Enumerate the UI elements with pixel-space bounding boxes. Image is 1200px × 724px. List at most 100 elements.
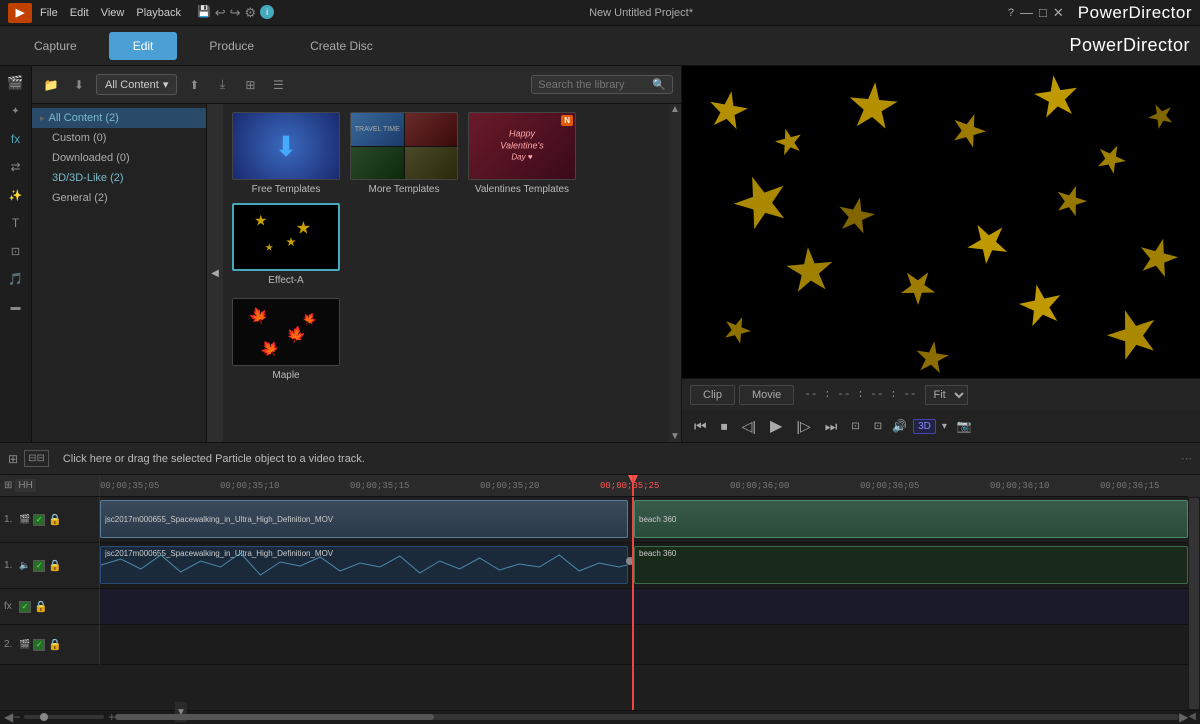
scroll-left-arrow[interactable]: ◀ <box>207 104 223 442</box>
help-icon[interactable]: ? <box>1008 7 1014 19</box>
main-area: 🎬 ✦ fx ⇄ ✨ T ⊡ 🎵 ▬ 📁 ⬇ <box>0 66 1200 442</box>
scroll-right-btn[interactable]: ▶ <box>1179 710 1188 724</box>
tab-edit[interactable]: Edit <box>109 32 178 60</box>
track-2-lock[interactable]: 🔒 <box>48 638 62 651</box>
leaf-2: 🍁 <box>284 323 308 347</box>
menu-playback[interactable]: Playback <box>136 7 181 19</box>
search-input[interactable] <box>538 79 648 91</box>
3d-dropdown-arrow[interactable]: ▾ <box>942 421 947 432</box>
track-1-lock[interactable]: 🔒 <box>48 513 62 526</box>
right-scroll-thumb[interactable] <box>1189 498 1199 709</box>
tab-produce[interactable]: Produce <box>185 32 278 60</box>
track-fx-row <box>100 589 1188 625</box>
grid-view-toggle[interactable]: ⊞ <box>239 74 261 96</box>
settings-icon[interactable]: ⚙ <box>245 5 257 21</box>
template-item-free[interactable]: ⬇ Free Templates <box>231 112 341 195</box>
import-button[interactable]: ⬇ <box>68 74 90 96</box>
zoom-out-btn[interactable]: − <box>13 710 20 724</box>
track-fit-icon[interactable]: ⊞ <box>4 480 12 491</box>
sidebar-icon-something[interactable]: ✦ <box>3 98 29 124</box>
track-1a-lock[interactable]: 🔒 <box>48 559 62 572</box>
mark-in-button[interactable]: ⊡ <box>847 419 863 434</box>
download-button[interactable]: ⤓ <box>211 74 233 96</box>
list-view-toggle[interactable]: ☰ <box>267 74 289 96</box>
sidebar-icon-fx[interactable]: fx <box>3 126 29 152</box>
cat-item-all[interactable]: ▸ All Content (2) <box>32 108 206 128</box>
timeline-toolbar: ⊞ ⊟⊟ Click here or drag the selected Par… <box>0 443 1200 475</box>
sidebar-icon-audio[interactable]: 🎵 <box>3 266 29 292</box>
clip-beach-video[interactable]: beach 360 <box>634 500 1188 538</box>
snapping-icon[interactable]: ⊟⊟ <box>24 450 49 467</box>
screenshot-icon[interactable]: 📷 <box>957 419 972 433</box>
template-item-val[interactable]: N HappyValentine'sDay ♥ Valentines Templ… <box>467 112 577 195</box>
frame-back-button[interactable]: ◁| <box>738 416 760 437</box>
track-2-checkbox[interactable]: ✓ <box>33 639 45 651</box>
more-options-icon[interactable]: ⋯ <box>1181 452 1192 465</box>
cat-label-custom: Custom (0) <box>52 132 106 144</box>
star-14 <box>719 311 755 347</box>
play-to-end-button[interactable]: ⏭ <box>821 416 842 437</box>
template-item-more[interactable]: TRAVEL TIME More Templates <box>349 112 459 195</box>
undo-icon[interactable]: ↩ <box>215 5 226 21</box>
clip-spacewalk-audio[interactable]: jsc2017m000655_Spacewalking_in_Ultra_Hig… <box>100 546 628 584</box>
search-box[interactable]: 🔍 <box>531 75 673 94</box>
scrollbar-thumb[interactable] <box>115 714 434 720</box>
content-filter-dropdown[interactable]: All Content ▾ <box>96 74 177 95</box>
mark-8: 00;00;36;15 <box>1100 481 1159 491</box>
close-button[interactable]: ✕ <box>1053 5 1064 21</box>
scroll-right-arrow[interactable]: ▲ ▼ <box>669 104 681 442</box>
play-button[interactable]: ▶ <box>766 414 786 438</box>
app-title-right: PowerDirector <box>1069 35 1190 56</box>
template-item-maple[interactable]: 3D 🍁 🍁 🍁 🍁 Maple <box>231 298 341 381</box>
sidebar-icon-effects[interactable]: ✨ <box>3 182 29 208</box>
add-media-button[interactable]: 📁 <box>40 74 62 96</box>
scrollbar-track[interactable] <box>115 714 1179 720</box>
export-button[interactable]: ⬆ <box>183 74 205 96</box>
star-3 <box>846 80 900 134</box>
preview-tab-clip[interactable]: Clip <box>690 385 735 405</box>
sidebar-icon-transitions[interactable]: ⇄ <box>3 154 29 180</box>
sidebar-icon-media[interactable]: 🎬 <box>3 70 29 96</box>
track-1a-checkbox[interactable]: ✓ <box>33 560 45 572</box>
menu-edit[interactable]: Edit <box>70 7 89 19</box>
track-fx-checkbox[interactable]: ✓ <box>19 601 31 613</box>
timeline-end-indicator: ◀ <box>1188 711 1196 722</box>
library-content: ▸ All Content (2) Custom (0) Downloaded … <box>32 104 681 442</box>
cat-item-general[interactable]: General (2) <box>32 188 206 208</box>
track-1-checkbox[interactable]: ✓ <box>33 514 45 526</box>
cat-item-3d[interactable]: 3D/3D-Like (2) <box>32 168 206 188</box>
menu-view[interactable]: View <box>101 7 125 19</box>
cat-item-downloaded[interactable]: Downloaded (0) <box>32 148 206 168</box>
track-fx-lock[interactable]: 🔒 <box>34 600 48 613</box>
tab-capture[interactable]: Capture <box>10 32 101 60</box>
tab-create-disc[interactable]: Create Disc <box>286 32 397 60</box>
stop-button[interactable]: ⏹ <box>717 416 732 437</box>
cat-item-custom[interactable]: Custom (0) <box>32 128 206 148</box>
scroll-left-btn[interactable]: ◀ <box>4 710 13 724</box>
star-5 <box>1031 72 1082 123</box>
menu-file[interactable]: File <box>40 7 58 19</box>
zoom-in-btn[interactable]: + <box>108 710 115 724</box>
maximize-button[interactable]: □ <box>1039 5 1047 20</box>
fit-select[interactable]: Fit <box>925 385 968 405</box>
sidebar-icon-titles[interactable]: T <box>3 210 29 236</box>
clip-spacewalk-video[interactable]: jsc2017m000655_Spacewalking_in_Ultra_Hig… <box>100 500 628 538</box>
top-arrow: ▲ <box>670 104 680 115</box>
playback-controls: ⏮ ⏹ ◁| ▶ |▷ ⏭ ⊡ ⊡ 🔊 3D ▾ 📷 <box>682 410 1200 442</box>
template-label-maple: Maple <box>272 370 299 381</box>
preview-tab-movie[interactable]: Movie <box>739 385 794 405</box>
template-item-effect-a[interactable]: 3D Effect-A <box>231 203 341 286</box>
zoom-slider[interactable] <box>24 715 104 719</box>
mark-out-button[interactable]: ⊡ <box>870 419 886 434</box>
sidebar-icon-pip[interactable]: ⊡ <box>3 238 29 264</box>
clip-beach-audio[interactable]: beach 360 <box>634 546 1188 584</box>
ripple-icon[interactable]: ⊞ <box>8 452 18 466</box>
frame-forward-button[interactable]: |▷ <box>792 416 814 437</box>
minimize-button[interactable]: — <box>1020 5 1033 20</box>
track-1-audio-row: jsc2017m000655_Spacewalking_in_Ultra_Hig… <box>100 543 1188 589</box>
track-1-video-header: 1. 🎬 ✓ 🔒 <box>0 497 100 543</box>
save-icon[interactable]: 💾 <box>197 5 211 21</box>
redo-icon[interactable]: ↪ <box>230 5 241 21</box>
play-to-start-button[interactable]: ⏮ <box>690 416 711 437</box>
sidebar-icon-subtitle[interactable]: ▬ <box>3 294 29 320</box>
